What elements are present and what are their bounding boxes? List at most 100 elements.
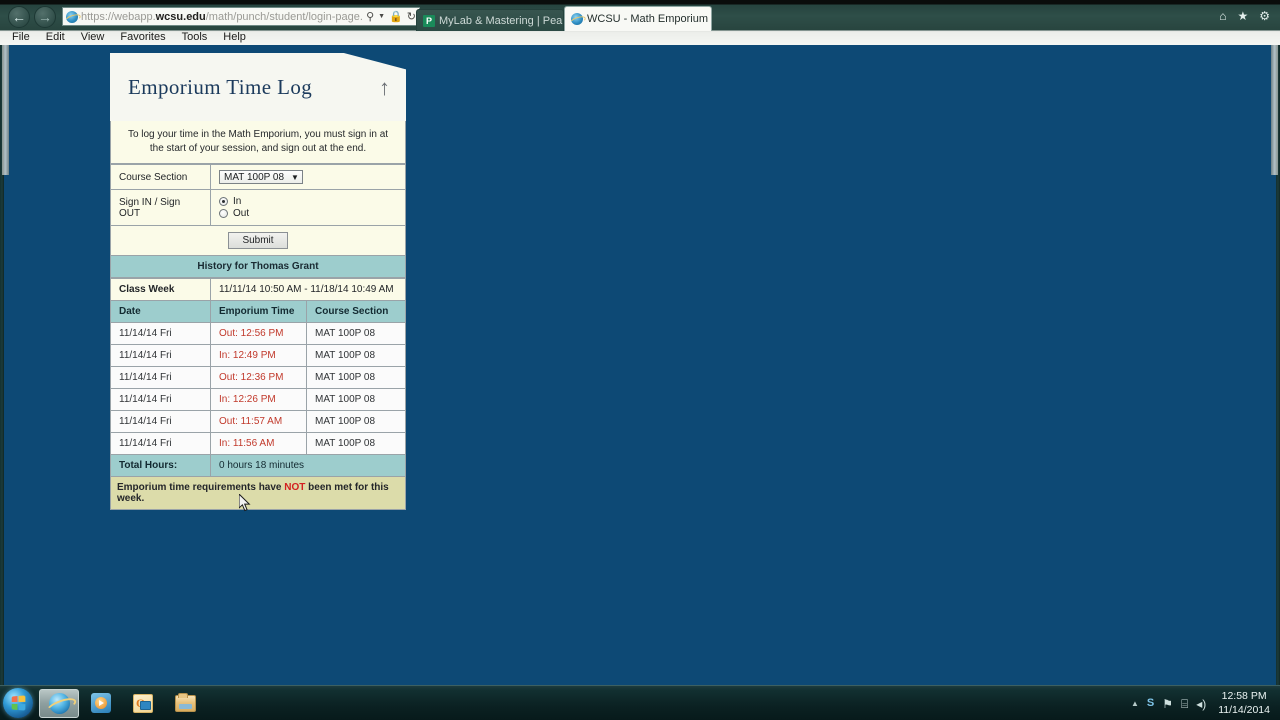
time-log-card: Emporium Time Log ↑ To log your time in … xyxy=(110,53,406,510)
tab-label: WCSU - Math Emporium Ti... xyxy=(587,13,711,25)
dropdown-caret-icon[interactable]: ▼ xyxy=(378,13,385,20)
network-tray-icon[interactable]: ⌸ xyxy=(1181,698,1188,710)
page-title: Emporium Time Log xyxy=(128,74,313,99)
volume-tray-icon[interactable]: ◂) xyxy=(1196,698,1206,710)
table-row: 11/14/14 Fri Out: 12:36 PM MAT 100P 08 xyxy=(110,366,406,389)
course-section-row: Course Section MAT 100P 08 ▼ xyxy=(110,164,406,190)
outlook-icon xyxy=(133,693,153,713)
course-section-value: MAT 100P 08 xyxy=(224,171,285,183)
radio-in-label: In xyxy=(233,196,242,207)
up-arrow-icon: ↑ xyxy=(379,75,390,100)
ie-icon xyxy=(48,692,70,714)
menu-view[interactable]: View xyxy=(81,31,105,43)
course-section-label: Course Section xyxy=(110,164,211,190)
lock-icon[interactable]: 🔒 xyxy=(389,10,403,23)
total-hours-value: 0 hours 18 minutes xyxy=(210,454,406,477)
menu-edit[interactable]: Edit xyxy=(46,31,65,43)
lync-tray-icon[interactable]: S xyxy=(1147,698,1154,709)
warning-emphasis: NOT xyxy=(284,482,306,493)
windows-taskbar: ▲ S ⚑ ⌸ ◂) 12:58 PM 11/14/2014 xyxy=(0,685,1280,720)
address-text: https://webapp.wcsu.edu/math/punch/stude… xyxy=(81,11,362,23)
browser-chrome: ← → https://webapp.wcsu.edu/math/punch/s… xyxy=(0,0,1280,45)
history-table: Class Week 11/11/14 10:50 AM - 11/18/14 … xyxy=(110,278,406,477)
show-hidden-icons-icon[interactable]: ▲ xyxy=(1131,699,1139,708)
cell-date: 11/14/14 Fri xyxy=(110,366,211,389)
flag-action-center-icon[interactable]: ⚑ xyxy=(1162,698,1173,710)
taskbar-outlook[interactable] xyxy=(123,689,163,718)
cell-time: In: 12:49 PM xyxy=(210,344,307,367)
taskbar-windows-media-player[interactable] xyxy=(81,689,121,718)
menu-file[interactable]: File xyxy=(12,31,30,43)
cell-time: Out: 12:36 PM xyxy=(210,366,307,389)
course-section-select[interactable]: MAT 100P 08 ▼ xyxy=(219,170,303,184)
right-scrollbar-sliver[interactable] xyxy=(1271,45,1278,175)
cell-date: 11/14/14 Fri xyxy=(110,322,211,345)
cell-date: 11/14/14 Fri xyxy=(110,410,211,433)
total-hours-row: Total Hours: 0 hours 18 minutes xyxy=(110,454,406,477)
requirements-warning-banner: Emporium time requirements have NOT been… xyxy=(110,477,406,510)
column-header-section: Course Section xyxy=(306,300,406,323)
table-row: 11/14/14 Fri In: 11:56 AM MAT 100P 08 xyxy=(110,432,406,455)
class-week-value: 11/11/14 10:50 AM - 11/18/14 10:49 AM xyxy=(210,278,406,301)
submit-button[interactable]: Submit xyxy=(228,232,288,249)
radio-option-out[interactable]: Out xyxy=(219,208,397,219)
taskbar-windows-explorer[interactable] xyxy=(165,689,205,718)
url-path: /math/punch/student/login-page.do xyxy=(205,10,363,23)
chevron-down-icon: ▼ xyxy=(291,172,299,182)
address-bar[interactable]: https://webapp.wcsu.edu/math/punch/stude… xyxy=(62,7,420,26)
table-row: 11/14/14 Fri Out: 12:56 PM MAT 100P 08 xyxy=(110,322,406,345)
history-title: History for Thomas Grant xyxy=(110,256,406,278)
site-favicon-icon xyxy=(66,10,78,23)
tab-label: MyLab & Mastering | Pearson xyxy=(439,14,563,27)
media-player-icon xyxy=(91,693,111,713)
page-viewport: Emporium Time Log ↑ To log your time in … xyxy=(0,45,1280,685)
chrome-right-icons: ⌂ ★ ⚙ xyxy=(1219,9,1270,23)
forward-button[interactable]: → xyxy=(34,5,56,28)
signin-signout-row: Sign IN / Sign OUT In Out xyxy=(110,189,406,226)
signin-form: Course Section MAT 100P 08 ▼ Sign IN / S… xyxy=(110,164,406,256)
cell-date: 11/14/14 Fri xyxy=(110,344,211,367)
taskbar-internet-explorer[interactable] xyxy=(39,688,79,718)
cell-time: Out: 11:57 AM xyxy=(210,410,307,433)
start-orb[interactable] xyxy=(3,688,33,718)
taskbar-items xyxy=(39,688,205,718)
instructions-text: To log your time in the Math Emporium, y… xyxy=(110,121,406,164)
cell-section: MAT 100P 08 xyxy=(306,344,406,367)
cell-section: MAT 100P 08 xyxy=(306,432,406,455)
column-header-time: Emporium Time xyxy=(210,300,307,323)
back-button[interactable]: ← xyxy=(8,5,30,28)
column-header-date: Date xyxy=(110,300,211,323)
class-week-label: Class Week xyxy=(110,278,211,301)
cell-time: In: 11:56 AM xyxy=(210,432,307,455)
course-section-cell: MAT 100P 08 ▼ xyxy=(210,164,406,190)
favorites-star-icon[interactable]: ★ xyxy=(1237,9,1248,23)
warning-text-before: Emporium time requirements have xyxy=(117,482,285,493)
settings-gear-icon[interactable]: ⚙ xyxy=(1259,9,1270,23)
signin-signout-label: Sign IN / Sign OUT xyxy=(110,189,211,226)
url-scheme: https:// xyxy=(81,10,115,23)
system-tray: ▲ S ⚑ ⌸ ◂) 12:58 PM 11/14/2014 xyxy=(1131,686,1274,720)
menu-tools[interactable]: Tools xyxy=(182,31,208,43)
refresh-icon[interactable]: ↻ xyxy=(407,10,416,23)
cell-section: MAT 100P 08 xyxy=(306,410,406,433)
cell-date: 11/14/14 Fri xyxy=(110,388,211,411)
url-host-bold: wcsu.edu xyxy=(155,10,206,23)
address-bar-icons: ⚲ ▼ 🔒 ↻ xyxy=(362,10,416,23)
clock[interactable]: 12:58 PM 11/14/2014 xyxy=(1214,690,1274,716)
table-row: 11/14/14 Fri Out: 11:57 AM MAT 100P 08 xyxy=(110,410,406,433)
menu-help[interactable]: Help xyxy=(223,31,246,43)
menu-favorites[interactable]: Favorites xyxy=(120,31,165,43)
cell-time: Out: 12:56 PM xyxy=(210,322,307,345)
table-row: 11/14/14 Fri In: 12:49 PM MAT 100P 08 xyxy=(110,344,406,367)
submit-row: Submit xyxy=(110,225,406,256)
home-icon[interactable]: ⌂ xyxy=(1219,9,1226,23)
ie-icon xyxy=(571,13,583,25)
radio-in-icon[interactable] xyxy=(219,197,228,206)
signin-signout-cell: In Out xyxy=(210,189,406,226)
clock-time: 12:58 PM xyxy=(1221,690,1267,703)
left-scrollbar-sliver[interactable] xyxy=(2,45,9,175)
radio-out-icon[interactable] xyxy=(219,209,228,218)
radio-option-in[interactable]: In xyxy=(219,196,397,207)
search-icon[interactable]: ⚲ xyxy=(366,10,374,23)
cell-section: MAT 100P 08 xyxy=(306,322,406,345)
